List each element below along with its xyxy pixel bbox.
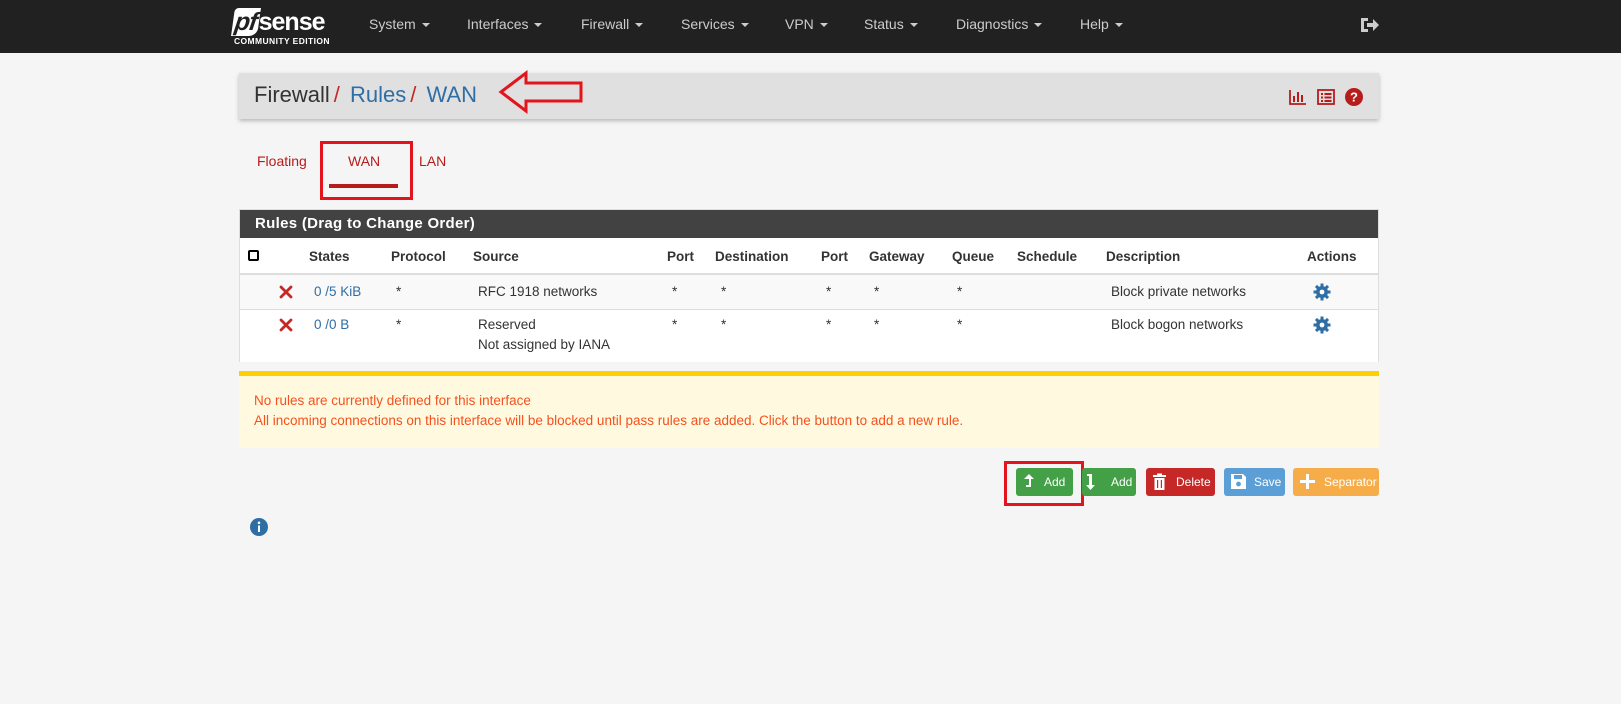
nav-services[interactable]: Services [681, 0, 749, 53]
gear-icon[interactable] [1313, 316, 1331, 334]
floppy-disk-icon [1231, 474, 1246, 489]
warning-line-2: All incoming connections on this interfa… [254, 413, 964, 428]
rules-panel-title: Rules (Drag to Change Order) [240, 210, 1378, 238]
col-description: Description [1106, 249, 1181, 264]
caret-down-icon [819, 23, 828, 28]
col-destination: Destination [715, 249, 789, 264]
logo-name: sense [258, 8, 326, 36]
caret-down-icon [909, 23, 918, 28]
nav-system[interactable]: System [369, 0, 430, 53]
tab-floating[interactable]: Floating [257, 153, 307, 169]
annotation-arrow-icon [498, 69, 583, 115]
question-circle-icon[interactable]: ? [1344, 87, 1364, 107]
annotation-box-tab [320, 141, 413, 200]
col-actions: Actions [1307, 249, 1357, 264]
trash-icon [1153, 473, 1166, 490]
states-link[interactable]: 0 /0 B [314, 316, 349, 334]
breadcrumb: Firewall / Rules / WAN [254, 82, 478, 107]
tab-lan[interactable]: LAN [419, 153, 446, 169]
arrow-down-icon [1086, 474, 1095, 490]
nav-vpn[interactable]: VPN [785, 0, 828, 53]
breadcrumb-current[interactable]: WAN [427, 82, 478, 107]
col-dest-port: Port [821, 249, 848, 264]
col-protocol: Protocol [391, 249, 446, 264]
breadcrumb-panel: Firewall / Rules / WAN ? [239, 73, 1379, 119]
nav-status[interactable]: Status [864, 0, 918, 53]
gear-icon[interactable] [1313, 283, 1331, 301]
block-icon [279, 318, 293, 332]
col-gateway: Gateway [869, 249, 925, 264]
col-queue: Queue [952, 249, 995, 264]
col-source: Source [473, 249, 519, 264]
annotation-box-add [1004, 461, 1084, 506]
svg-text:?: ? [1350, 90, 1358, 105]
bar-chart-icon[interactable] [1288, 87, 1308, 107]
plus-icon [1300, 474, 1315, 489]
separator-button[interactable]: Separator [1293, 468, 1379, 496]
rules-panel: Rules (Drag to Change Order) States Prot… [239, 209, 1379, 362]
block-icon [279, 285, 293, 299]
pfsense-logo[interactable]: pfsense COMMUNITY EDITION [231, 6, 343, 48]
nav-interfaces[interactable]: Interfaces [467, 0, 543, 53]
warning-line-1: No rules are currently defined for this … [254, 393, 531, 408]
caret-down-icon [534, 23, 543, 28]
breadcrumb-rules-link[interactable]: Rules [350, 82, 406, 107]
nav-firewall[interactable]: Firewall [581, 0, 644, 53]
logo-mark: pf [231, 8, 261, 36]
sign-out-icon[interactable] [1358, 14, 1380, 36]
caret-down-icon [421, 23, 430, 28]
breadcrumb-root: Firewall [254, 82, 330, 107]
add-bottom-button[interactable]: Add [1082, 468, 1136, 496]
col-states: States [309, 249, 350, 264]
logo-subtitle: COMMUNITY EDITION [234, 36, 330, 46]
delete-button[interactable]: Delete [1146, 468, 1215, 496]
col-schedule: Schedule [1017, 249, 1078, 264]
caret-down-icon [1114, 23, 1123, 28]
list-icon[interactable] [1316, 87, 1336, 107]
states-link[interactable]: 0 /5 KiB [314, 283, 361, 301]
caret-down-icon [635, 23, 644, 28]
table-row[interactable]: 0 /5 KiB * RFC 1918 networks * * * * * B… [240, 275, 1378, 310]
nav-diagnostics[interactable]: Diagnostics [956, 0, 1043, 53]
nav-help[interactable]: Help [1080, 0, 1123, 53]
caret-down-icon [1034, 23, 1043, 28]
caret-down-icon [740, 23, 749, 28]
col-port: Port [667, 249, 694, 264]
save-button[interactable]: Save [1224, 468, 1285, 496]
info-icon[interactable] [249, 517, 269, 537]
no-rules-warning: No rules are currently defined for this … [239, 371, 1379, 448]
top-navbar: pfsense COMMUNITY EDITION System Interfa… [0, 0, 1621, 53]
table-row[interactable]: 0 /0 B * Reserved Not assigned by IANA *… [240, 310, 1378, 362]
select-all-checkbox[interactable] [248, 250, 259, 261]
